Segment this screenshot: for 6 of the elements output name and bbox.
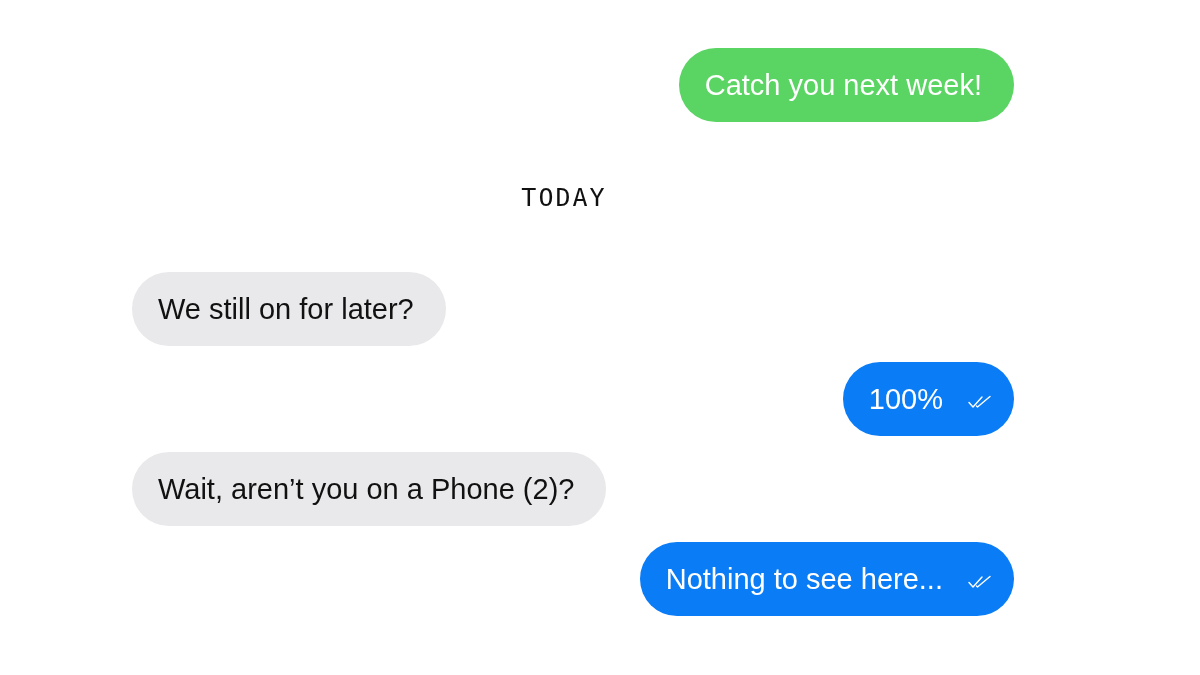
message-text: Catch you next week!: [704, 68, 982, 102]
date-divider: TODAY: [521, 182, 607, 214]
message-text: Nothing to see here...: [665, 562, 943, 596]
message-text: We still on for later?: [158, 292, 414, 326]
message-text: 100%: [868, 382, 943, 416]
message-text: Wait, aren’t you on a Phone (2)?: [158, 472, 575, 506]
